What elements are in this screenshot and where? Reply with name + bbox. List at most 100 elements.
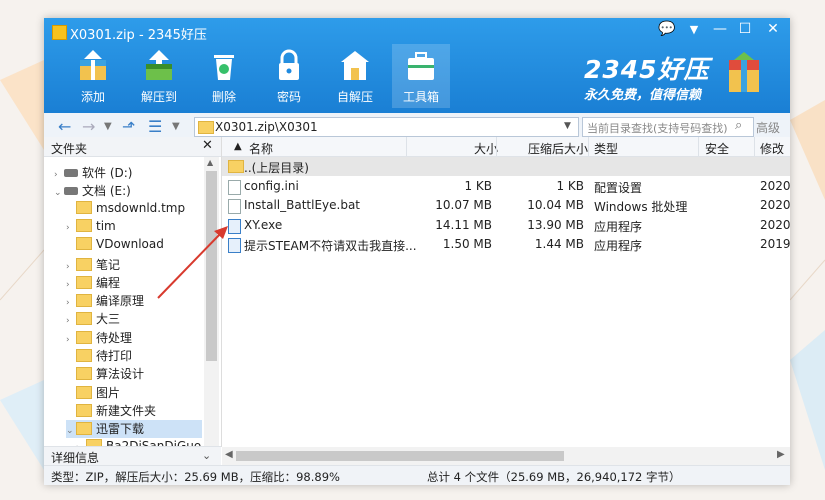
tree-expand-icon[interactable]: › (66, 223, 76, 233)
app-icon (52, 25, 67, 40)
self-extract-icon (341, 51, 369, 80)
tree-item[interactable]: › 大三 (66, 310, 202, 328)
tree-item-label: 软件 (D:) (82, 166, 133, 180)
title-bar: X0301.zip - 2345好压 💬 ▼ — ☐ ✕ 添加 解压到 删除 密… (44, 18, 790, 113)
tree-item-label: 算法设计 (96, 367, 145, 382)
tree-item[interactable]: ⌄ 迅雷下载 (66, 420, 202, 439)
file-modified: 2020- (760, 178, 790, 193)
tree-item[interactable]: 新建文件夹 (66, 402, 202, 420)
tree-item[interactable]: 待打印 (66, 347, 202, 365)
sort-asc-icon: ▲ (234, 141, 242, 152)
brand-logo: 2345好压 永久免费，值得信赖 (584, 50, 710, 103)
tree-item-label: 编译原理 (96, 294, 145, 309)
tree-expand-icon[interactable]: › (66, 262, 76, 272)
tree-expand-icon[interactable]: ⌄ (66, 426, 76, 436)
toolbar-self-extract-button[interactable]: 自解压 (326, 44, 384, 108)
folder-tree-panel: 文件夹 ✕ › 软件 (D:) ⌄ 文档 (E:) msdownld.tmp › tim VD… (44, 137, 222, 453)
folder-icon (76, 312, 92, 326)
tree-item[interactable]: VDownload (66, 237, 202, 255)
toolbar-delete-button[interactable]: 删除 (195, 44, 253, 108)
tree-item[interactable]: › 编译原理 (66, 292, 202, 310)
file-icon (228, 199, 241, 214)
tree-expand-icon[interactable]: › (66, 335, 76, 345)
toolbox-icon (408, 52, 434, 80)
path-dropdown-icon[interactable]: ▼ (564, 121, 571, 131)
tree-item[interactable]: 图片 (66, 384, 202, 402)
path-bar[interactable]: X0301.zip\X0301 ▼ (194, 117, 579, 137)
file-row[interactable]: XY.exe 14.11 MB 13.90 MB 应用程序 2020- (222, 216, 790, 235)
file-row[interactable]: 提示STEAM不符请双击我直接... 1.50 MB 1.44 MB 应用程序 2019… (222, 235, 790, 254)
file-row[interactable]: Install_BattlEye.bat 10.07 MB 10.04 MB Wind… (222, 196, 790, 215)
folder-icon (198, 121, 214, 134)
history-dropdown-icon[interactable]: ▼ (104, 121, 112, 132)
folder-tree-header: 文件夹 ✕ (44, 137, 221, 157)
hscrollbar-thumb[interactable] (236, 451, 564, 461)
feedback-icon[interactable]: 💬 (656, 21, 678, 37)
tree-item-label: 文档 (E:) (82, 184, 131, 199)
details-panel-header[interactable]: 详细信息 ⌄ (44, 446, 221, 466)
search-input[interactable]: 当前目录查找(支持号码查找) ⌕ (582, 117, 754, 137)
tree-item[interactable]: ⌄ 文档 (E:) (54, 182, 202, 200)
tree-item[interactable]: 算法设计 (66, 365, 202, 383)
tree-item-label: 待处理 (96, 330, 133, 345)
column-size[interactable]: 大小 (474, 140, 498, 157)
up-folder-button[interactable]: ⬏ (122, 117, 135, 136)
toolbar-add-button[interactable]: 添加 (64, 44, 122, 108)
tree-expand-icon[interactable]: › (66, 280, 76, 290)
minimize-button[interactable]: — (709, 21, 731, 37)
archive-window: X0301.zip - 2345好压 💬 ▼ — ☐ ✕ 添加 解压到 删除 密… (44, 18, 790, 485)
tree-scrollbar-thumb[interactable] (206, 171, 217, 361)
tree-item[interactable]: › 待处理 (66, 329, 202, 347)
view-mode-button[interactable]: ☰ (148, 117, 162, 136)
column-packed-size[interactable]: 压缩后大小 (528, 140, 588, 157)
toolbar-toolbox-button[interactable]: 工具箱 (392, 44, 450, 108)
status-bar: 类型：ZIP，解压后大小：25.69 MB，压缩比：98.89% 总计 4 个文… (44, 465, 790, 485)
details-label: 详细信息 (51, 451, 100, 465)
folder-icon (76, 237, 92, 251)
column-safety[interactable]: 安全 (705, 140, 729, 157)
file-list-hscrollbar[interactable]: ◀ ▶ (222, 447, 790, 465)
file-size: 10.07 MB (435, 198, 492, 212)
file-modified: 2019- (760, 237, 790, 251)
tree-item-label: 新建文件夹 (96, 403, 157, 418)
file-list: ▲ 名称 大小 压缩后大小 类型 安全 修改时 ..(上层目录) config.i… (222, 137, 790, 465)
column-type[interactable]: 类型 (594, 140, 618, 157)
tree-item-label: 迅雷下载 (96, 422, 145, 437)
advanced-search-button[interactable]: 高级 (756, 119, 780, 136)
tree-item[interactable]: › 编程 (66, 274, 202, 292)
toolbar-extract-button[interactable]: 解压到 (130, 44, 188, 108)
search-icon[interactable]: ⌕ (735, 118, 742, 133)
tree-item[interactable]: msdownld.tmp (66, 200, 202, 219)
file-name: ..(上层目录) (244, 161, 309, 175)
back-button[interactable]: ← (58, 117, 71, 136)
tree-item[interactable]: › 笔记 (66, 256, 202, 274)
file-name: XY.exe (244, 217, 283, 232)
file-packed-size: 1.44 MB (534, 237, 584, 251)
tree-expand-icon[interactable]: ⌄ (54, 188, 64, 198)
folder-icon (76, 218, 92, 232)
file-row[interactable]: ..(上层目录) (222, 157, 790, 176)
tree-item[interactable]: › 软件 (D:) (54, 164, 202, 182)
tree-item-label: tim (96, 218, 116, 233)
tree-scrollbar[interactable]: ▲ (204, 157, 219, 447)
chevron-down-icon[interactable]: ⌄ (202, 449, 211, 462)
toolbar-password-button[interactable]: 密码 (260, 44, 318, 108)
file-name: 提示STEAM不符请双击我直接... (244, 239, 417, 253)
status-archive-info: 类型：ZIP，解压后大小：25.69 MB，压缩比：98.89% (51, 470, 340, 484)
toolbar-password-label: 密码 (276, 90, 301, 104)
column-name[interactable]: 名称 (249, 140, 273, 157)
close-button[interactable]: ✕ (762, 21, 784, 37)
tree-expand-icon[interactable]: › (66, 298, 76, 308)
tree-expand-icon[interactable]: › (66, 316, 76, 326)
lock-icon (279, 49, 299, 80)
tree-expand-icon[interactable]: › (54, 170, 64, 180)
view-dropdown-icon[interactable]: ▼ (172, 121, 180, 132)
file-row[interactable]: config.ini 1 KB 1 KB 配置设置 2020- (222, 177, 790, 196)
menu-dropdown-icon[interactable]: ▼ (683, 23, 705, 36)
maximize-button[interactable]: ☐ (734, 21, 756, 37)
tree-item[interactable]: › tim (66, 218, 202, 237)
forward-button[interactable]: → (82, 117, 95, 136)
file-name: config.ini (244, 178, 299, 193)
extract-icon (146, 50, 172, 80)
close-tree-icon[interactable]: ✕ (202, 138, 213, 153)
